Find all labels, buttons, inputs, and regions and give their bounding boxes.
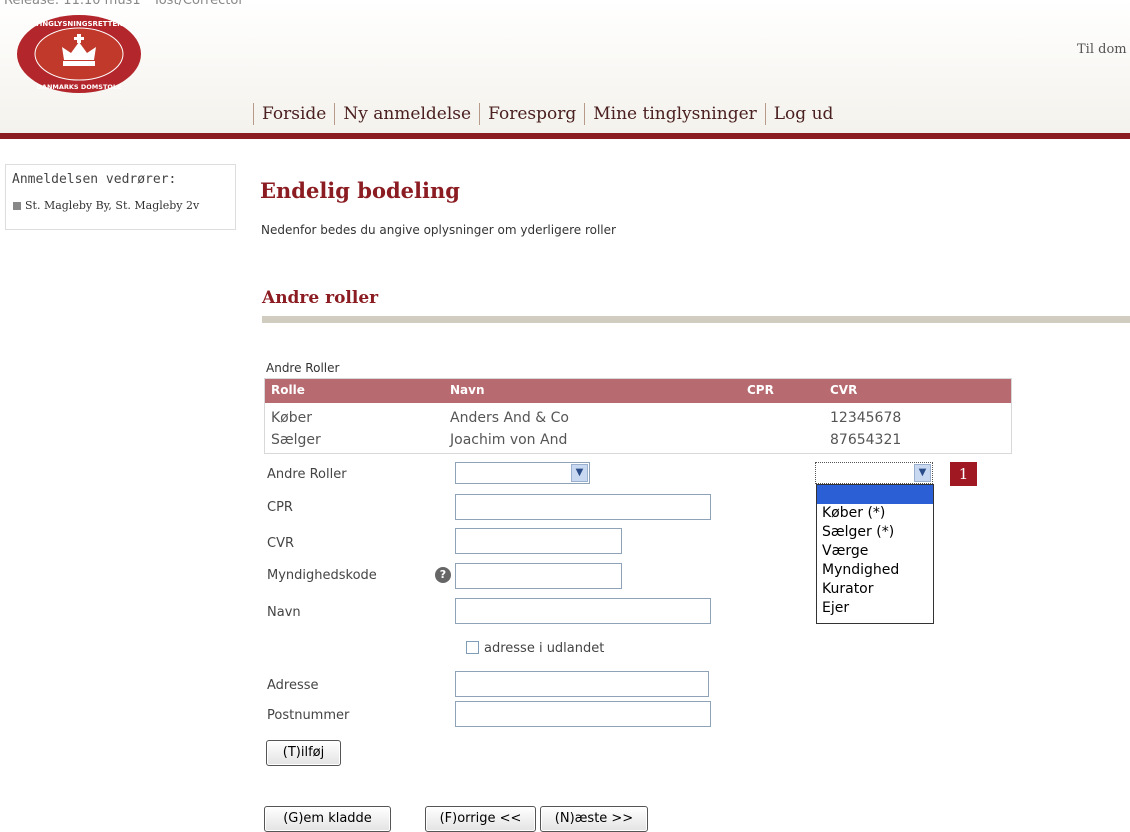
cell-rolle: Sælger (271, 432, 321, 448)
andre-roller-select[interactable]: ▼ (455, 462, 590, 484)
udland-checkbox[interactable] (466, 641, 479, 654)
adresse-label: Adresse (267, 678, 319, 693)
navn-input[interactable] (455, 598, 711, 624)
cpr-label: CPR (267, 500, 293, 515)
help-icon[interactable]: ? (435, 567, 451, 583)
udland-label: adresse i udlandet (484, 641, 605, 656)
postnummer-input[interactable] (455, 701, 711, 727)
col-navn: Navn (450, 383, 485, 397)
til-dom-link[interactable]: Til dom (1077, 42, 1127, 57)
dropdown-option-ejer[interactable]: Ejer (817, 599, 933, 618)
andre-roller-label: Andre Roller (267, 467, 347, 482)
nav-log-ud[interactable]: Log ud (764, 103, 842, 125)
nav-ny-anmeldelse[interactable]: Ny anmeldelse (334, 103, 479, 125)
dropdown-option-kurator[interactable]: Kurator (817, 580, 933, 599)
myndighedskode-input[interactable] (455, 563, 622, 589)
cell-rolle: Køber (271, 410, 313, 426)
cell-cvr: 87654321 (830, 432, 902, 448)
naeste-button[interactable]: (N)æste >> (540, 806, 648, 832)
col-cpr: CPR (747, 383, 774, 397)
table-row[interactable]: Køber Anders And & Co 12345678 (265, 406, 1011, 428)
table-caption: Andre Roller (266, 361, 340, 375)
dropdown-option-kober[interactable]: Køber (*) (817, 504, 933, 523)
nav-forside[interactable]: Forside (253, 103, 334, 125)
intro-text: Nedenfor bedes du angive oplysninger om … (261, 223, 616, 237)
main-nav: Forside Ny anmeldelse Foresporg Mine tin… (253, 103, 841, 125)
adresse-input[interactable] (455, 671, 709, 697)
table-row[interactable]: Sælger Joachim von And 87654321 (265, 428, 1011, 450)
dropdown-option-vaerge[interactable]: Værge (817, 542, 933, 561)
col-cvr: CVR (830, 383, 858, 397)
cvr-input[interactable] (455, 528, 622, 554)
roles-table: Rolle Navn CPR CVR Køber Anders And & Co… (264, 378, 1012, 454)
dropdown-option-saelger[interactable]: Sælger (*) (817, 523, 933, 542)
tilfoj-button[interactable]: (T)ilføj (266, 740, 341, 766)
sidebar-box: Anmeldelsen vedrører: St. Magleby By, St… (5, 164, 236, 230)
gem-kladde-button[interactable]: (G)em kladde (264, 806, 391, 832)
myndighedskode-label: Myndighedskode (267, 568, 377, 583)
cvr-label: CVR (267, 536, 295, 551)
section-divider (262, 316, 1130, 323)
cell-navn: Joachim von And (450, 432, 568, 448)
col-rolle: Rolle (271, 383, 305, 397)
cpr-input[interactable] (455, 494, 711, 520)
nav-mine-tinglysninger[interactable]: Mine tinglysninger (584, 103, 765, 125)
callout-badge: 1 (950, 462, 977, 486)
nav-foresporg[interactable]: Foresporg (479, 103, 584, 125)
forrige-button[interactable]: (F)orrige << (425, 806, 536, 832)
cell-navn: Anders And & Co (450, 410, 569, 426)
chevron-down-icon[interactable]: ▼ (914, 464, 931, 482)
chevron-down-icon[interactable]: ▼ (571, 464, 588, 482)
header-divider (0, 133, 1130, 139)
svg-text:DANMARKS DOMSTOLE: DANMARKS DOMSTOLE (37, 83, 122, 91)
postnummer-label: Postnummer (267, 708, 350, 723)
tinglysningsretten-logo: TINGLYSNINGSRETTEN DANMARKS DOMSTOLE (17, 15, 141, 93)
section-title: Andre roller (262, 288, 379, 308)
bullet-icon (13, 201, 21, 210)
cell-cvr: 12345678 (830, 410, 902, 426)
release-info: Release: 11.10 mus1 · Tost/Corrector (4, 0, 244, 8)
dropdown-option-blank[interactable] (817, 485, 933, 504)
sidebar-property-label: St. Magleby By, St. Magleby 2v (25, 199, 200, 212)
svg-text:TINGLYSNINGSRETTEN: TINGLYSNINGSRETTEN (35, 20, 123, 28)
sidebar-property[interactable]: St. Magleby By, St. Magleby 2v (13, 199, 199, 212)
page-title: Endelig bodeling (260, 178, 460, 203)
dropdown-option-myndighed[interactable]: Myndighed (817, 561, 933, 580)
table-header: Rolle Navn CPR CVR (265, 379, 1011, 403)
rolle-select-open[interactable]: ▼ (815, 462, 933, 484)
rolle-dropdown-list: Køber (*) Sælger (*) Værge Myndighed Kur… (816, 484, 934, 624)
sidebar-label: Anmeldelsen vedrører: (12, 172, 177, 187)
navn-label: Navn (267, 605, 301, 620)
